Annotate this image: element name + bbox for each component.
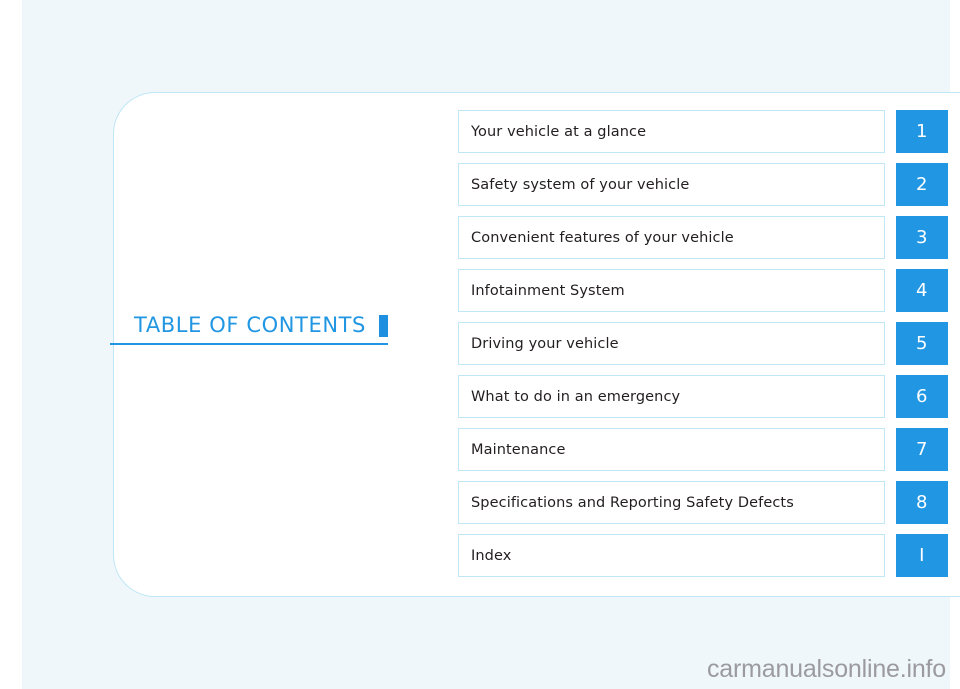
chapter-number-badge[interactable]: 2 xyxy=(896,163,948,206)
watermark-text: carmanualsonline.info xyxy=(706,655,946,683)
chapter-title[interactable]: Infotainment System xyxy=(458,269,885,312)
table-row[interactable]: Safety system of your vehicle 2 xyxy=(458,163,948,206)
chapter-number-badge[interactable]: 5 xyxy=(896,322,948,365)
table-of-contents-heading: TABLE OF CONTENTS xyxy=(110,313,388,345)
heading-marker-bar xyxy=(379,315,388,337)
chapter-title[interactable]: What to do in an emergency xyxy=(458,375,885,418)
chapter-title[interactable]: Maintenance xyxy=(458,428,885,471)
chapter-title[interactable]: Safety system of your vehicle xyxy=(458,163,885,206)
table-row[interactable]: Index I xyxy=(458,534,948,577)
table-row[interactable]: Specifications and Reporting Safety Defe… xyxy=(458,481,948,524)
page-title: TABLE OF CONTENTS xyxy=(134,313,366,337)
chapter-title[interactable]: Specifications and Reporting Safety Defe… xyxy=(458,481,885,524)
chapter-number-badge[interactable]: 8 xyxy=(896,481,948,524)
table-row[interactable]: Convenient features of your vehicle 3 xyxy=(458,216,948,259)
chapter-number-badge[interactable]: 6 xyxy=(896,375,948,418)
table-row[interactable]: Driving your vehicle 5 xyxy=(458,322,948,365)
table-row[interactable]: Infotainment System 4 xyxy=(458,269,948,312)
chapter-number-badge[interactable]: 7 xyxy=(896,428,948,471)
chapter-title[interactable]: Driving your vehicle xyxy=(458,322,885,365)
chapter-number-badge[interactable]: 3 xyxy=(896,216,948,259)
chapter-title[interactable]: Index xyxy=(458,534,885,577)
chapter-number-badge[interactable]: 4 xyxy=(896,269,948,312)
chapter-title[interactable]: Your vehicle at a glance xyxy=(458,110,885,153)
table-row[interactable]: Maintenance 7 xyxy=(458,428,948,471)
document-page: TABLE OF CONTENTS Your vehicle at a glan… xyxy=(0,0,960,689)
table-of-contents-list: Your vehicle at a glance 1 Safety system… xyxy=(458,110,948,587)
chapter-number-badge[interactable]: 1 xyxy=(896,110,948,153)
table-row[interactable]: Your vehicle at a glance 1 xyxy=(458,110,948,153)
chapter-title[interactable]: Convenient features of your vehicle xyxy=(458,216,885,259)
heading-underline xyxy=(110,343,388,345)
chapter-number-badge[interactable]: I xyxy=(896,534,948,577)
table-row[interactable]: What to do in an emergency 6 xyxy=(458,375,948,418)
